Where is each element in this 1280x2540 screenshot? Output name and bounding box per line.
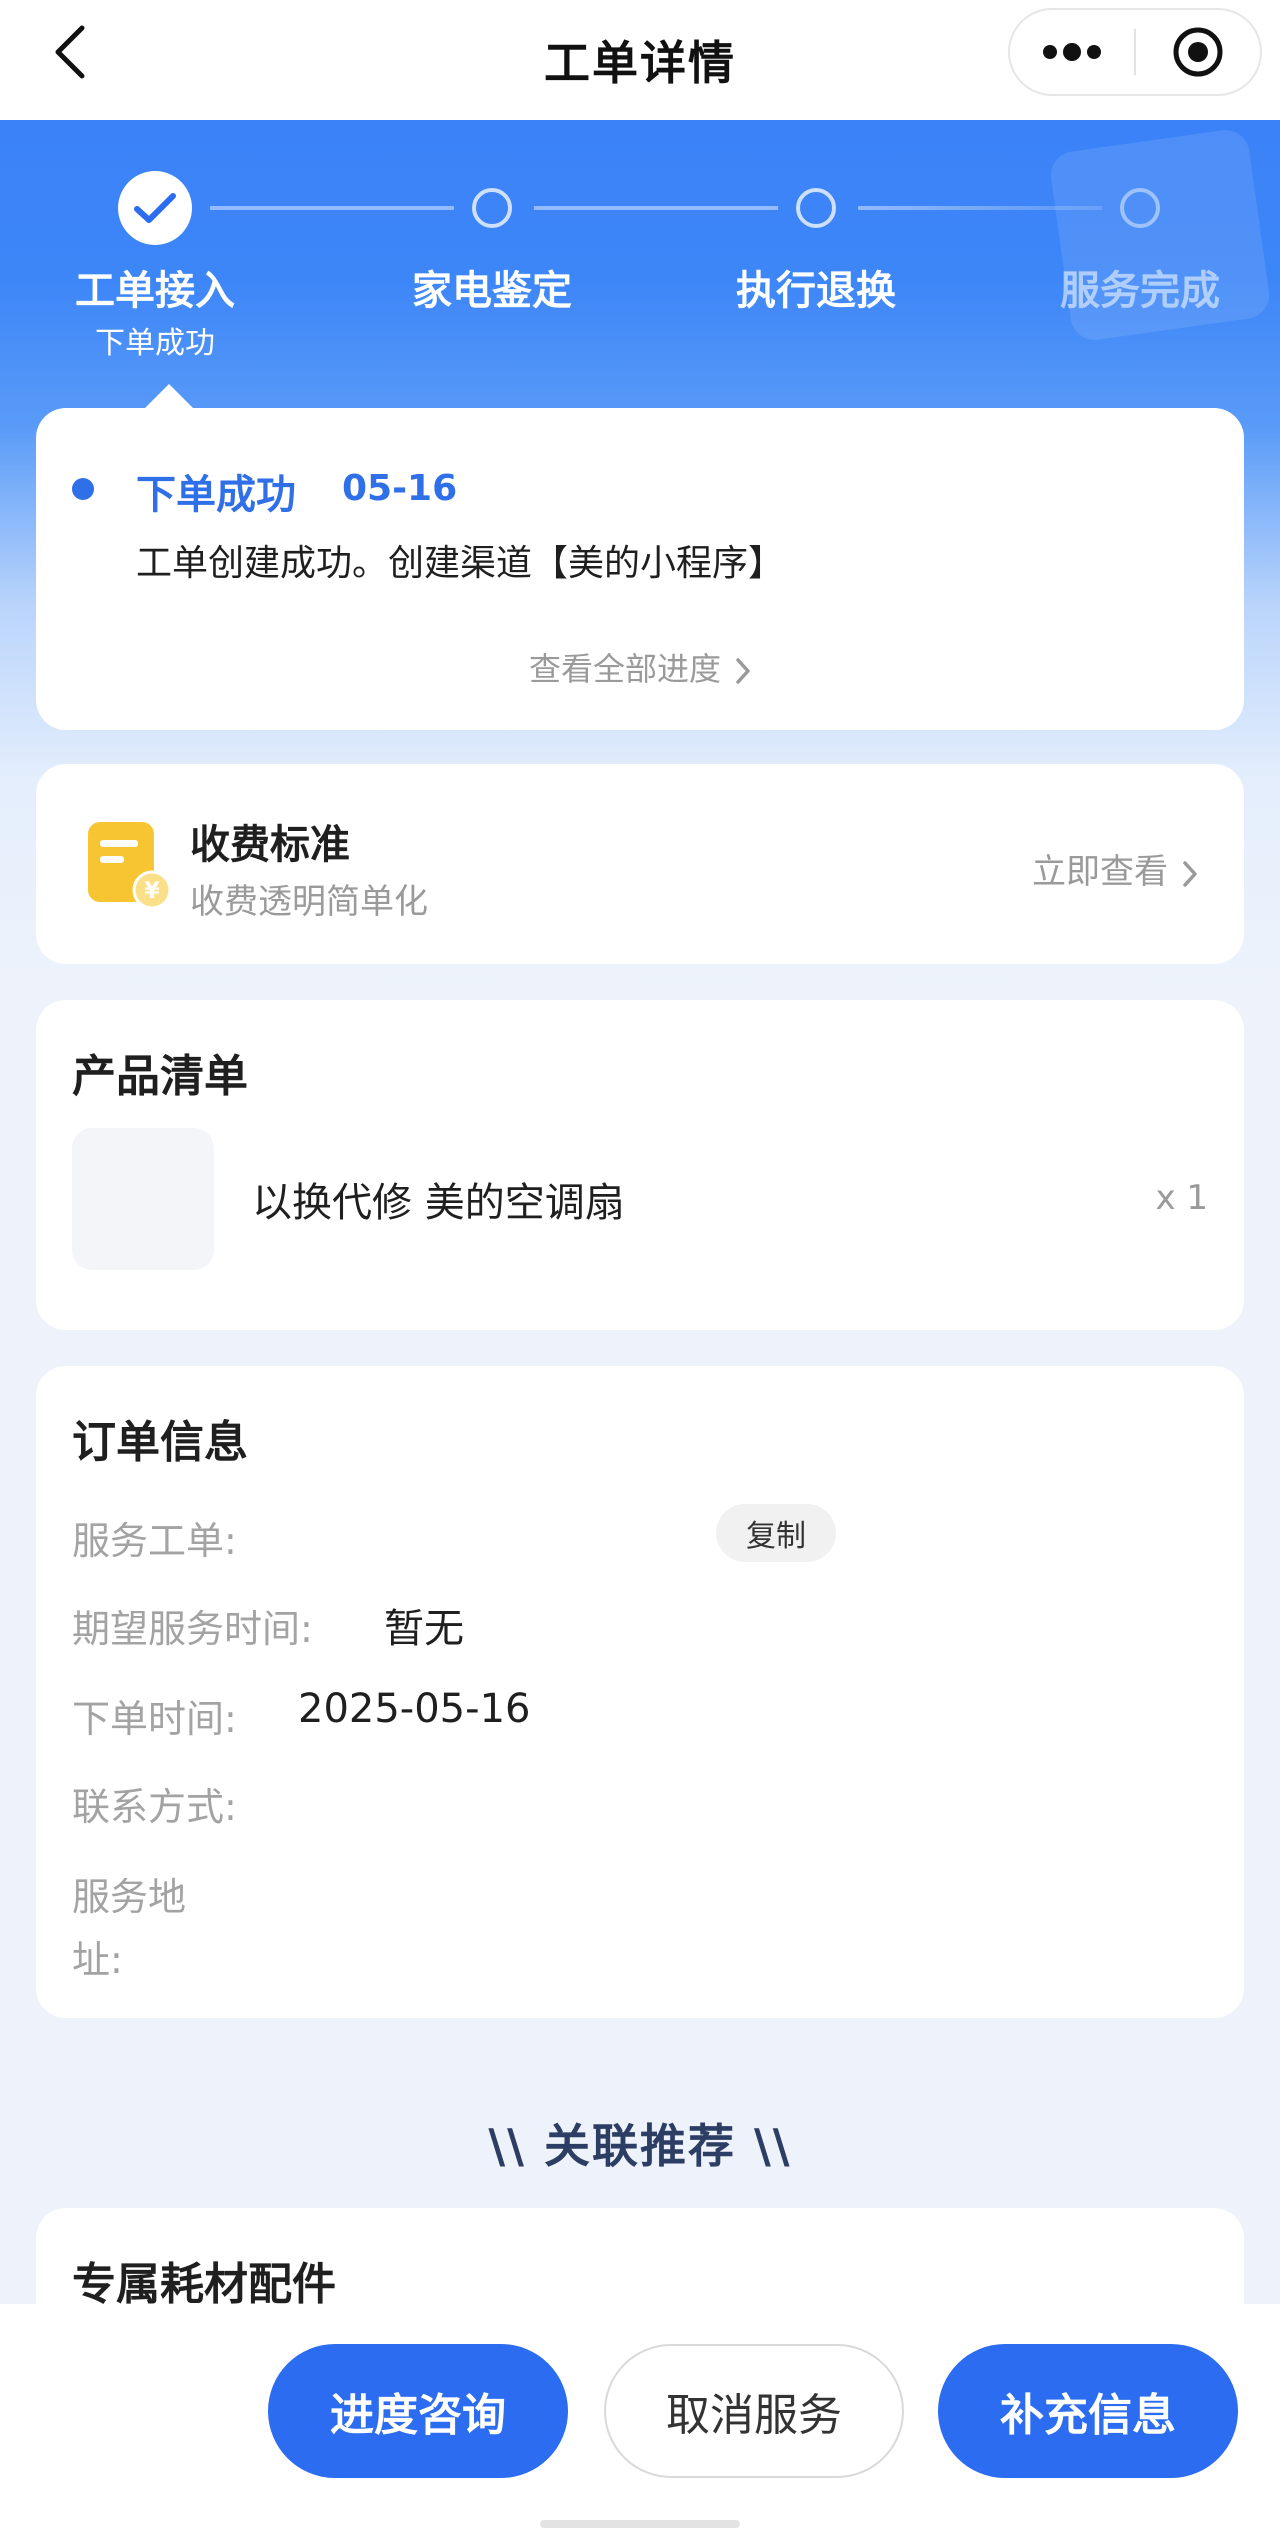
back-button[interactable]: [40, 22, 100, 82]
product-list-title: 产品清单: [72, 1051, 248, 1102]
progress-description: 工单创建成功。创建渠道【美的小程序】: [136, 543, 785, 584]
related-recommend-title: \\ 关联推荐 \\: [488, 2119, 792, 2173]
product-name: 以换代修 美的空调扇: [252, 1180, 625, 1226]
accessories-title: 专属耗材配件: [72, 2259, 336, 2310]
status-dot: [72, 478, 94, 500]
more-dots-icon: [1043, 43, 1101, 61]
step-label: 执行退换: [736, 268, 896, 314]
copy-button[interactable]: 复制: [716, 1504, 836, 1562]
card-pointer: [143, 384, 195, 410]
miniprogram-capsule: [1008, 8, 1262, 96]
fee-subtitle: 收费透明简单化: [190, 882, 428, 922]
order-time-label: 下单时间:: [72, 1697, 237, 1741]
step-node-done: [118, 171, 192, 245]
checkmark-icon: [134, 193, 176, 223]
product-thumbnail: [72, 1128, 214, 1270]
progress-consult-button[interactable]: 进度咨询: [268, 2344, 568, 2478]
product-list-card: 产品清单 以换代修 美的空调扇 x 1: [36, 1000, 1244, 1330]
fee-title: 收费标准: [190, 822, 350, 868]
address-label-line: 址:: [72, 1938, 123, 1982]
bottom-action-bar: 进度咨询 取消服务 补充信息: [0, 2304, 1280, 2540]
step-connector: [210, 206, 454, 210]
view-fee-label: 立即查看: [1032, 852, 1168, 892]
service-no-label: 服务工单:: [72, 1519, 237, 1563]
receipt-yen-icon: ¥: [88, 822, 172, 910]
supplement-info-button[interactable]: 补充信息: [938, 2344, 1238, 2478]
step-label: 服务完成: [1060, 268, 1220, 314]
close-miniprogram-button[interactable]: [1136, 10, 1260, 94]
expected-time-label: 期望服务时间:: [72, 1607, 313, 1651]
chevron-right-icon: [736, 658, 750, 684]
step-node-pending: [472, 188, 512, 228]
address-label: 服务地 址:: [72, 1866, 186, 1984]
step-label: 家电鉴定: [412, 268, 572, 314]
step-sublabel: 下单成功: [95, 326, 215, 361]
view-all-progress-label: 查看全部进度: [528, 650, 721, 688]
progress-steps: 工单接入 下单成功 家电鉴定 执行退换 服务完成: [0, 170, 1280, 370]
progress-date: 05-16: [342, 468, 458, 509]
view-fee-link[interactable]: 立即查看: [1032, 844, 1198, 893]
chevron-right-icon: [1183, 860, 1197, 887]
cancel-service-button[interactable]: 取消服务: [604, 2344, 904, 2478]
order-info-title: 订单信息: [72, 1417, 248, 1468]
step-node-pending: [1120, 188, 1160, 228]
view-all-progress-link[interactable]: 查看全部进度: [36, 644, 1244, 690]
order-time-value: 2025-05-16: [298, 1686, 531, 1732]
progress-status-title: 下单成功: [136, 472, 296, 518]
target-circle-icon: [1173, 27, 1223, 77]
chevron-left-icon: [55, 25, 85, 79]
expected-time-value: 暂无: [384, 1606, 464, 1652]
order-info-card: 订单信息 服务工单: 复制 期望服务时间: 暂无 下单时间: 2025-05-1…: [36, 1366, 1244, 2018]
step-node-pending: [796, 188, 836, 228]
fee-standard-card[interactable]: ¥ 收费标准 收费透明简单化 立即查看: [36, 764, 1244, 964]
progress-card: 下单成功 05-16 工单创建成功。创建渠道【美的小程序】 查看全部进度: [36, 408, 1244, 730]
nav-bar: 工单详情: [0, 0, 1280, 120]
product-quantity: x 1: [1155, 1178, 1208, 1218]
home-indicator: [540, 2520, 740, 2528]
svg-text:¥: ¥: [144, 879, 160, 904]
address-label-line: 服务地: [72, 1875, 187, 1919]
step-connector: [858, 206, 1102, 210]
more-button[interactable]: [1010, 10, 1134, 94]
contact-label: 联系方式:: [72, 1785, 237, 1829]
step-label: 工单接入: [75, 268, 235, 314]
step-connector: [534, 206, 778, 210]
page-title: 工单详情: [544, 36, 736, 90]
